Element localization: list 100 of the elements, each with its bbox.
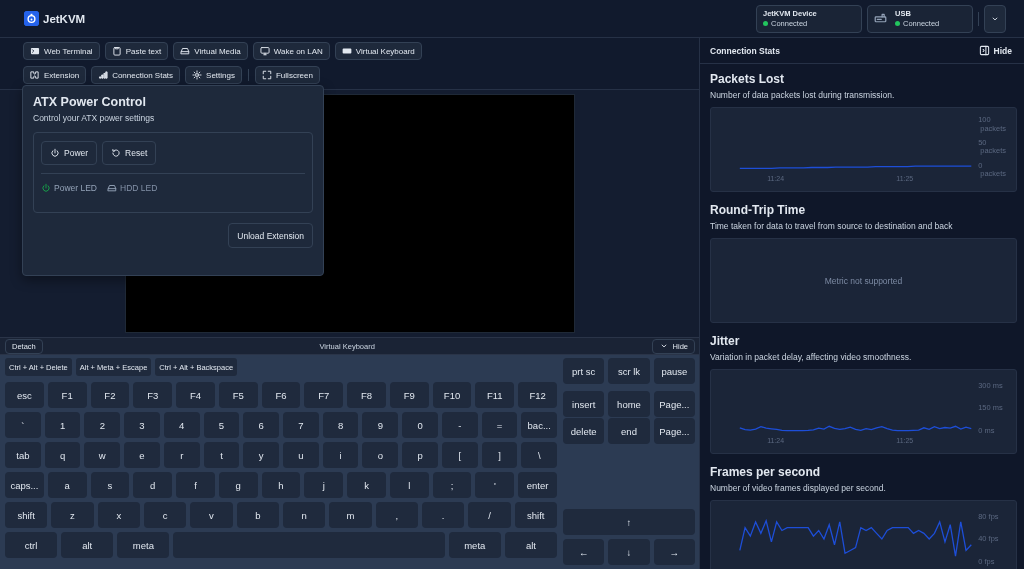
key[interactable]: w — [84, 442, 121, 468]
key[interactable]: m — [329, 502, 372, 528]
key[interactable]: caps... — [5, 472, 44, 498]
key[interactable]: Page... — [653, 418, 695, 444]
key[interactable]: - — [441, 412, 478, 438]
key[interactable]: tab — [5, 442, 41, 468]
toolbar-button[interactable]: Paste text — [104, 42, 169, 60]
key[interactable]: n — [282, 502, 326, 528]
key[interactable]: ctrl — [5, 532, 58, 558]
key[interactable]: F1 — [47, 382, 87, 408]
key[interactable]: h — [261, 472, 301, 498]
key[interactable]: o — [362, 442, 399, 468]
key[interactable]: F4 — [176, 382, 215, 408]
key[interactable]: p — [402, 442, 438, 468]
key[interactable]: meta — [117, 532, 170, 558]
key[interactable]: l — [389, 472, 429, 498]
section-description: Time taken for data to travel from source to destination and back — [710, 220, 954, 232]
key[interactable]: ` — [5, 412, 41, 438]
key[interactable]: b — [236, 502, 279, 528]
key[interactable]: = — [481, 412, 518, 438]
key[interactable]: / — [468, 502, 511, 528]
key[interactable]: ; — [432, 472, 472, 498]
key[interactable]: prt sc — [563, 358, 605, 384]
key[interactable]: meta — [448, 532, 501, 558]
key[interactable]: u — [283, 442, 319, 468]
key[interactable]: Page... — [653, 391, 695, 417]
key[interactable]: a — [47, 472, 87, 498]
arrow-key[interactable]: ← — [563, 539, 605, 565]
key[interactable]: s — [90, 472, 130, 498]
key[interactable]: F8 — [347, 382, 386, 408]
key[interactable]: pause — [653, 358, 695, 384]
key[interactable]: alt — [61, 532, 114, 558]
toolbar-button[interactable]: Connection Stats — [91, 66, 181, 84]
key[interactable]: 4 — [163, 412, 200, 438]
key[interactable]: f — [176, 472, 215, 498]
key[interactable]: y — [243, 442, 280, 468]
reset-button[interactable]: Reset — [102, 141, 157, 165]
unload-button[interactable]: Unload Extension — [228, 223, 313, 248]
hide-button[interactable]: Hide — [978, 45, 1012, 56]
toolbar-button[interactable]: Fullscreen — [255, 66, 320, 84]
key[interactable]: home — [608, 391, 650, 417]
key[interactable]: e — [124, 442, 160, 468]
key[interactable]: x — [97, 502, 140, 528]
key[interactable]: delete — [563, 418, 605, 444]
key[interactable]: 2 — [84, 412, 121, 438]
key[interactable]: 1 — [44, 412, 81, 438]
key[interactable]: 5 — [203, 412, 240, 438]
toolbar-button[interactable]: Extension — [23, 66, 87, 84]
key[interactable]: shift — [514, 502, 557, 528]
key[interactable]: 7 — [283, 412, 319, 438]
key[interactable]: v — [190, 502, 233, 528]
dropdown-button[interactable] — [984, 4, 1006, 33]
key[interactable]: bac... — [521, 412, 558, 438]
key[interactable]: end — [608, 418, 650, 444]
key[interactable]: alt — [504, 532, 557, 558]
key[interactable]: j — [304, 472, 344, 498]
toolbar-button[interactable]: Web Terminal — [23, 42, 100, 60]
key[interactable]: enter — [518, 472, 557, 498]
toolbar-button[interactable]: Virtual Media — [173, 42, 248, 60]
key[interactable]: F10 — [432, 382, 472, 408]
key[interactable]: F2 — [90, 382, 130, 408]
key[interactable]: F11 — [475, 382, 515, 408]
key[interactable]: ' — [475, 472, 515, 498]
key[interactable]: 3 — [124, 412, 160, 438]
key[interactable]: F7 — [304, 382, 344, 408]
key[interactable]: . — [421, 502, 465, 528]
key[interactable]: 0 — [402, 412, 438, 438]
key[interactable]: 8 — [322, 412, 359, 438]
toolbar-button[interactable]: Wake on LAN — [252, 42, 330, 60]
key[interactable]: g — [218, 472, 258, 498]
power-button[interactable]: Power — [41, 141, 98, 165]
key[interactable]: q — [44, 442, 81, 468]
key[interactable]: esc — [5, 382, 44, 408]
key[interactable]: r — [163, 442, 200, 468]
key[interactable]: F9 — [389, 382, 429, 408]
arrow-key[interactable]: → — [653, 539, 695, 565]
key[interactable]: F12 — [518, 382, 557, 408]
key[interactable]: k — [347, 472, 386, 498]
key[interactable]: [ — [441, 442, 478, 468]
key[interactable]: 9 — [362, 412, 399, 438]
key[interactable]: , — [375, 502, 418, 528]
toolbar-button[interactable]: Settings — [185, 66, 242, 84]
key[interactable]: d — [133, 472, 173, 498]
key[interactable]: insert — [563, 391, 605, 417]
arrow-key[interactable]: ↑ — [563, 509, 695, 535]
key[interactable]: c — [144, 502, 187, 528]
key[interactable]: F6 — [261, 382, 301, 408]
monitor-icon — [259, 46, 270, 56]
key[interactable]: t — [203, 442, 240, 468]
toolbar-button[interactable]: Virtual Keyboard — [334, 42, 422, 60]
key[interactable]: ] — [481, 442, 518, 468]
key[interactable]: \ — [521, 442, 558, 468]
key[interactable]: F5 — [218, 382, 258, 408]
key[interactable]: i — [322, 442, 359, 468]
arrow-key[interactable]: ↓ — [608, 539, 650, 565]
key[interactable]: scr lk — [608, 358, 650, 384]
key[interactable]: shift — [5, 502, 48, 528]
key[interactable]: 6 — [243, 412, 280, 438]
key[interactable]: z — [51, 502, 94, 528]
key[interactable]: F3 — [133, 382, 173, 408]
